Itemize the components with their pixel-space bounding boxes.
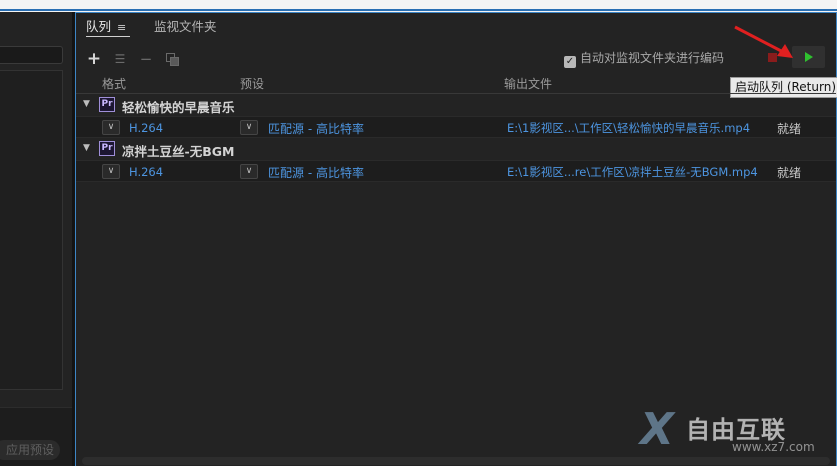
queue-group[interactable]: ▼ Pr 轻松愉快的早晨音乐 (76, 94, 836, 116)
sliders-icon: ☰ (114, 52, 126, 66)
status-text: 就绪 (777, 166, 802, 180)
auto-encode-option[interactable]: ✓ 自动对监视文件夹进行编码 (564, 49, 725, 68)
top-window-strip (0, 0, 837, 12)
preset-dropdown[interactable]: ∨ (240, 120, 258, 135)
premiere-icon: Pr (99, 97, 115, 112)
play-icon (805, 52, 813, 62)
tab-queue-label: 队列 (86, 19, 112, 34)
red-arrow-annotation (734, 25, 793, 58)
watermark-logo-icon: X (640, 404, 674, 455)
column-preset-header[interactable]: 预设 (240, 75, 264, 92)
tab-queue[interactable]: 队列 ≡ (86, 16, 126, 35)
premiere-icon: Pr (99, 141, 115, 156)
focus-line (0, 9, 837, 11)
minus-icon: − (139, 50, 153, 68)
format-dropdown[interactable]: ∨ (102, 120, 120, 135)
duplicate-button[interactable] (164, 51, 180, 67)
tab-watch-folders[interactable]: 监视文件夹 (154, 16, 217, 35)
group-name: 凉拌土豆丝-无BGM (122, 144, 235, 159)
preset-value[interactable]: 匹配源 - 高比特率 (268, 164, 364, 181)
watermark: X 自由互联 www.xz7.com (640, 404, 830, 460)
apply-preset-button[interactable]: 应用预设 (0, 440, 60, 460)
format-value[interactable]: H.264 (129, 121, 163, 135)
tab-menu-icon[interactable]: ≡ (117, 21, 126, 34)
column-output-header[interactable]: 输出文件 (504, 75, 552, 92)
remove-button[interactable]: − (138, 51, 154, 67)
collapse-caret-icon[interactable]: ▼ (83, 99, 90, 109)
format-dropdown[interactable]: ∨ (102, 164, 120, 179)
output-file-link[interactable]: E:\1影视区...re\工作区\凉拌土豆丝-无BGM.mp4 (507, 164, 758, 180)
format-value[interactable]: H.264 (129, 165, 163, 179)
add-source-button[interactable]: + (86, 49, 102, 69)
plus-icon: + (86, 49, 102, 69)
duplicate-icon-front (170, 57, 179, 66)
column-format-header[interactable]: 格式 (102, 75, 126, 92)
queue-group[interactable]: ▼ Pr 凉拌土豆丝-无BGM (76, 138, 836, 160)
status-text: 就绪 (777, 122, 802, 136)
watermark-url: www.xz7.com (732, 440, 815, 454)
preset-dropdown[interactable]: ∨ (240, 164, 258, 179)
preset-value[interactable]: 匹配源 - 高比特率 (268, 120, 364, 137)
queue-item-row[interactable]: ∨ H.264 ∨ 匹配源 - 高比特率 E:\1影视区...\工作区\轻松愉快… (76, 116, 836, 138)
tab-active-underline (86, 36, 130, 37)
queue-item-row[interactable]: ∨ H.264 ∨ 匹配源 - 高比特率 E:\1影视区...re\工作区\凉拌… (76, 160, 836, 182)
settings-button[interactable]: ☰ (112, 51, 128, 67)
group-name: 轻松愉快的早晨音乐 (122, 100, 235, 115)
auto-encode-checkbox[interactable]: ✓ (564, 56, 576, 68)
left-list (0, 70, 63, 390)
collapse-caret-icon[interactable]: ▼ (83, 143, 90, 153)
auto-encode-label: 自动对监视文件夹进行编码 (580, 51, 725, 65)
output-file-link[interactable]: E:\1影视区...\工作区\轻松愉快的早晨音乐.mp4 (507, 120, 750, 136)
left-search-field[interactable] (0, 46, 63, 64)
queue-panel: 队列 ≡ 监视文件夹 + ☰ − ✓ 自动对监视文件夹进行编码 启动队列 (Retu… (75, 12, 837, 466)
left-panel: 应用预设 (0, 12, 72, 466)
